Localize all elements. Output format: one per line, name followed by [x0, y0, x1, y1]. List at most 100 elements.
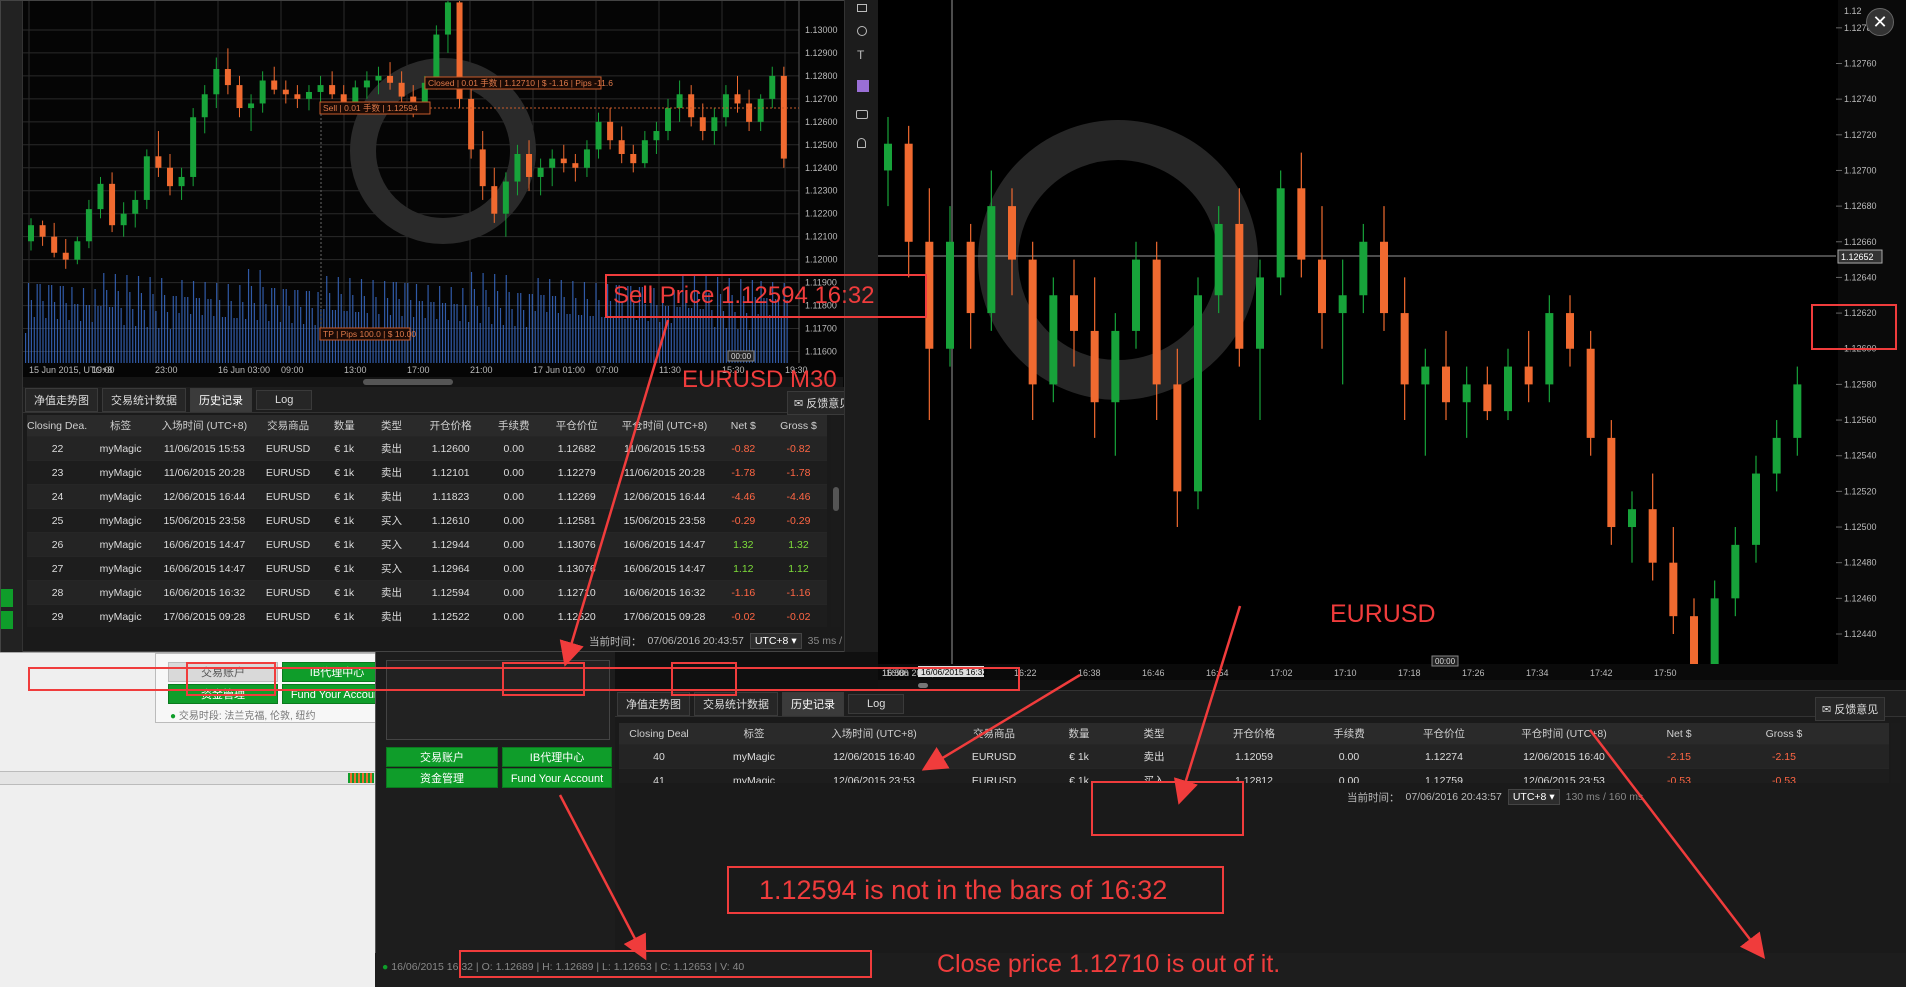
column-header[interactable]: 平仓时间 (UTC+8): [612, 418, 716, 433]
column-header[interactable]: 标签: [88, 418, 153, 433]
ellipse-tool-icon[interactable]: [857, 26, 867, 36]
table-row[interactable]: 23 myMagic 11/06/2015 20:28 EURUSD € 1k 卖出 1.1…: [27, 461, 827, 485]
volume-bar: [317, 292, 319, 363]
right-tab-log[interactable]: Log: [848, 693, 905, 714]
text-tool-icon[interactable]: T: [857, 48, 864, 62]
column-header[interactable]: 手续费: [486, 418, 541, 433]
column-header[interactable]: 平仓时间 (UTC+8): [1499, 726, 1629, 741]
table-row[interactable]: 29 myMagic 17/06/2015 09:28 EURUSD € 1k 卖出 1.1…: [27, 605, 827, 627]
column-header[interactable]: 交易商品: [256, 418, 321, 433]
table-cell: 16/06/2015 14:47: [623, 538, 706, 551]
left-chart-scrollbar-thumb[interactable]: [363, 379, 453, 385]
volume-bar: [155, 311, 157, 363]
candle-body: [1566, 313, 1574, 349]
candle-body: [946, 241, 954, 349]
tab-trade-statistics[interactable]: 交易统计数据: [102, 387, 186, 412]
rectangle-tool-icon[interactable]: [857, 4, 867, 12]
column-header[interactable]: 手续费: [1309, 726, 1389, 741]
volume-bar: [111, 307, 114, 363]
column-header[interactable]: Closing Dea...: [27, 420, 88, 432]
column-header[interactable]: 开仓价格: [415, 418, 486, 433]
left-edge-green-1[interactable]: [1, 589, 13, 607]
candle-body: [526, 153, 533, 177]
right-scrollbar[interactable]: [878, 680, 1906, 690]
left-edge-green-2[interactable]: [1, 611, 13, 629]
tab-log[interactable]: Log: [256, 389, 313, 410]
middle-panel: 交易账户 IB代理中心 资金管理 Fund Your Account: [375, 652, 615, 987]
table-row[interactable]: 40 myMagic 12/06/2015 16:40 EURUSD € 1k 卖出 1.1…: [619, 745, 1889, 769]
close-button[interactable]: ✕: [1866, 8, 1894, 36]
column-header[interactable]: Closing Deal: [619, 728, 699, 740]
table-row[interactable]: 26 myMagic 16/06/2015 14:47 EURUSD € 1k 买入 1.1…: [27, 533, 827, 557]
candle-body: [271, 80, 278, 90]
table-cell: EURUSD: [265, 538, 311, 551]
table-cell: 1.12944: [431, 538, 470, 551]
table-row[interactable]: 24 myMagic 12/06/2015 16:44 EURUSD € 1k 卖出 1.1…: [27, 485, 827, 509]
table-header-row: Closing Dea... 标签 入场时间 (UTC+8) 交易商品 数量 类型 开仓价格…: [27, 415, 827, 437]
left-grid-scrollbar-thumb[interactable]: [833, 487, 839, 511]
timezone-select[interactable]: UTC+8 ▾: [1507, 789, 1560, 805]
highlight-price-label: [1811, 304, 1897, 350]
column-header[interactable]: 数量: [321, 418, 368, 433]
volume-bar: [262, 287, 264, 363]
table-row[interactable]: 41 myMagic 12/06/2015 23:53 EURUSD € 1k 买入 1.1…: [619, 769, 1889, 783]
column-header[interactable]: 类型: [368, 418, 415, 433]
column-header[interactable]: Gross $: [1729, 728, 1839, 740]
right-feedback-button[interactable]: ✉ 反馈意见: [1815, 697, 1886, 721]
table-cell: 11/06/2015 20:28: [163, 466, 245, 479]
ib-center-button-2[interactable]: IB代理中心: [502, 747, 612, 767]
volume-bar: [68, 320, 70, 363]
column-header[interactable]: 平仓价位: [541, 418, 612, 433]
highlight-crosshair-time: [1091, 781, 1244, 836]
table-row[interactable]: 28 myMagic 16/06/2015 16:32 EURUSD € 1k 卖出 1.1…: [27, 581, 827, 605]
right-price-chart[interactable]: 1.121.127801.127601.127401.127201.127001…: [878, 0, 1906, 690]
candle-body: [85, 209, 92, 242]
volume-bar: [604, 317, 606, 363]
fill-tool-icon[interactable]: [857, 80, 869, 92]
table-cell: myMagic: [99, 466, 142, 479]
table-row[interactable]: 27 myMagic 16/06/2015 14:47 EURUSD € 1k 买入 1.1…: [27, 557, 827, 581]
table-cell: 28: [51, 586, 64, 599]
right-tab-history[interactable]: 历史记录: [782, 691, 844, 716]
x-tick-label: 17:34: [1526, 668, 1549, 678]
column-header[interactable]: 入场时间 (UTC+8): [153, 418, 255, 433]
column-header[interactable]: Net $: [717, 420, 770, 432]
column-header[interactable]: 开仓价格: [1199, 726, 1309, 741]
column-header[interactable]: 入场时间 (UTC+8): [809, 726, 939, 741]
candle-body: [1338, 295, 1347, 314]
candle-body: [1297, 188, 1306, 260]
table-cell: 1.12: [733, 562, 754, 575]
column-header[interactable]: 交易商品: [939, 726, 1049, 741]
candle-body: [1628, 509, 1636, 528]
table-row[interactable]: 22 myMagic 11/06/2015 15:53 EURUSD € 1k 卖出 1.1…: [27, 437, 827, 461]
trading-account-button-2[interactable]: 交易账户: [386, 747, 498, 767]
column-header[interactable]: Gross $: [770, 420, 827, 432]
candle-body: [317, 85, 324, 92]
column-header[interactable]: Net $: [1629, 728, 1729, 740]
bell-icon[interactable]: [857, 138, 866, 148]
volume-bar: [71, 287, 73, 363]
left-price-chart[interactable]: 1.13000 1.12900 1.12800 1.12700 1.12600 1.125…: [23, 1, 879, 387]
table-row[interactable]: 25 myMagic 15/06/2015 23:58 EURUSD € 1k 买入 1.1…: [27, 509, 827, 533]
column-header[interactable]: 标签: [699, 726, 809, 741]
candle-body: [1710, 598, 1719, 670]
right-history-table: Closing Deal 标签 入场时间 (UTC+8) 交易商品 数量 类型 开仓价格 手续…: [619, 723, 1889, 783]
tab-equity-chart[interactable]: 净值走势图: [25, 387, 98, 412]
table-cell: 16/06/2015 14:47: [163, 562, 246, 575]
column-header[interactable]: 数量: [1049, 726, 1109, 741]
left-grid-scrollbar[interactable]: [831, 415, 841, 627]
tab-history[interactable]: 历史记录: [190, 387, 252, 412]
volume-bar: [259, 270, 261, 363]
table-cell: 12/06/2015 16:44: [163, 490, 246, 503]
fund-management-button-2[interactable]: 资金管理: [386, 768, 498, 788]
right-grid-scrollbar[interactable]: [1891, 723, 1901, 783]
candle-body: [746, 103, 753, 122]
candle-body: [618, 140, 625, 154]
timezone-select[interactable]: UTC+8 ▾: [749, 633, 802, 649]
column-header[interactable]: 平仓价位: [1389, 726, 1499, 741]
table-cell: myMagic: [732, 774, 775, 784]
candle-body: [1276, 188, 1285, 278]
fund-your-account-button-2[interactable]: Fund Your Account: [502, 768, 612, 788]
camera-icon[interactable]: [856, 110, 868, 119]
column-header[interactable]: 类型: [1109, 726, 1199, 741]
